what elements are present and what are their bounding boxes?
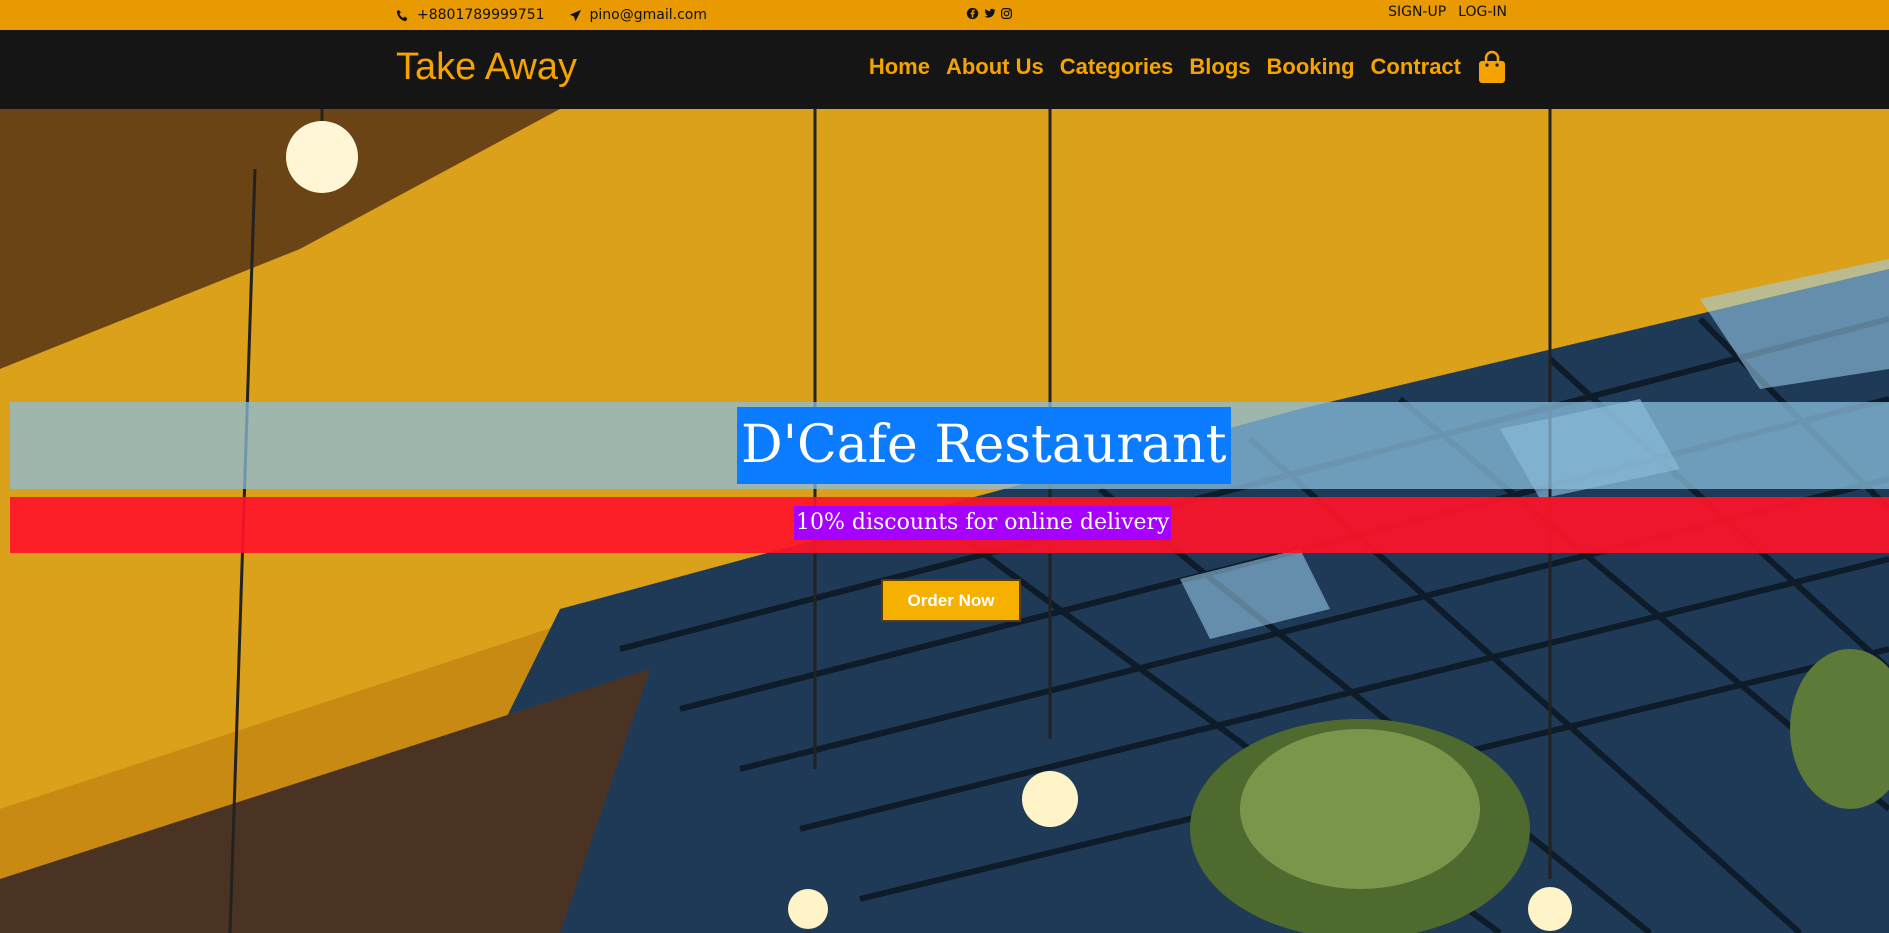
contact-info: +8801789999751 pino@gmail.com [396, 7, 707, 23]
twitter-icon[interactable] [983, 7, 996, 20]
nav-link-contract[interactable]: Contract [1371, 54, 1461, 80]
auth-links: SIGN-UP LOG-IN [1388, 4, 1507, 20]
nav-link-booking[interactable]: Booking [1267, 54, 1355, 80]
paper-plane-icon [569, 9, 581, 21]
phone-number[interactable]: +8801789999751 [417, 7, 545, 23]
nav-link-about-us[interactable]: About Us [946, 54, 1044, 80]
top-bar: +8801789999751 pino@gmail.com SIGN-UP LO… [0, 0, 1889, 30]
phone-icon [396, 9, 408, 21]
brand-logo-text[interactable]: Take Away [396, 46, 577, 89]
nav-link-home[interactable]: Home [869, 54, 930, 80]
main-nav: Home About Us Categories Blogs Booking C… [869, 50, 1507, 84]
social-links [966, 7, 1013, 20]
nav-link-blogs[interactable]: Blogs [1189, 54, 1250, 80]
navbar: Take Away Home About Us Categories Blogs… [0, 30, 1889, 109]
order-now-button[interactable]: Order Now [881, 579, 1021, 622]
shopping-bag-icon[interactable] [1477, 50, 1507, 84]
nav-link-categories[interactable]: Categories [1060, 54, 1174, 80]
email-address[interactable]: pino@gmail.com [590, 7, 707, 23]
signup-link[interactable]: SIGN-UP [1388, 4, 1446, 20]
hero-section: D'Cafe Restaurant 10% discounts for onli… [0, 109, 1889, 933]
hero-title: D'Cafe Restaurant [737, 407, 1231, 484]
discount-text: 10% discounts for online delivery [794, 506, 1172, 540]
instagram-icon[interactable] [1000, 7, 1013, 20]
facebook-icon[interactable] [966, 7, 979, 20]
login-link[interactable]: LOG-IN [1458, 4, 1507, 20]
